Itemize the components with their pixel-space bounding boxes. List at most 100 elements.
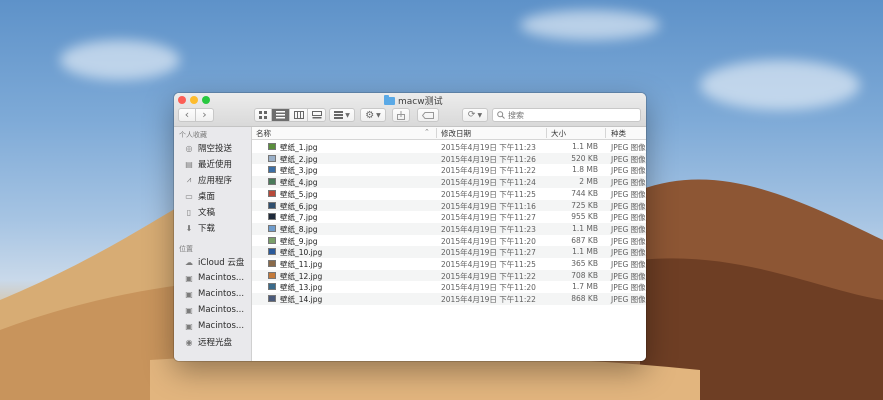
sidebar-item-label: iCloud 云盘: [198, 258, 245, 268]
icon-view-button[interactable]: [254, 108, 272, 122]
group-button[interactable]: ▼: [329, 108, 355, 122]
image-thumbnail-icon: [268, 178, 276, 186]
back-button[interactable]: ‹: [178, 108, 196, 122]
applications-icon: ⩘: [186, 175, 192, 184]
close-button[interactable]: [178, 96, 186, 104]
document-icon: ▯: [186, 207, 192, 217]
table-row[interactable]: 壁纸_1.jpg 2015年4月19日 下午11:23 1.1 MB JPEG 图像: [252, 141, 646, 153]
sidebar-item-label: 隔空投送: [198, 144, 233, 154]
file-kind: JPEG 图像: [611, 236, 646, 246]
chevron-down-icon: ▼: [477, 111, 483, 119]
table-row[interactable]: 壁纸_12.jpg 2015年4月19日 下午11:22 708 KB JPEG 图像: [252, 269, 646, 282]
file-name: 壁纸_3.jpg: [280, 166, 318, 176]
hard-drive-icon: ▣: [185, 321, 193, 331]
nav-buttons: ‹ ›: [178, 108, 214, 122]
sidebar-item-label: 桌面: [198, 192, 216, 202]
list-view-button[interactable]: [272, 108, 290, 122]
table-row[interactable]: 壁纸_5.jpg 2015年4月19日 下午11:25 744 KB JPEG 图像: [252, 188, 646, 200]
file-date: 2015年4月19日 下午11:20: [441, 283, 536, 293]
table-row[interactable]: 壁纸_3.jpg 2015年4月19日 下午11:22 1.8 MB JPEG 图像: [252, 164, 646, 176]
share-button[interactable]: [392, 108, 410, 122]
search-field[interactable]: [492, 108, 641, 122]
share-icon: [397, 110, 405, 120]
sidebar-heading-locations: 位置: [179, 245, 193, 253]
tags-button[interactable]: [417, 108, 439, 122]
file-name: 壁纸_11.jpg: [280, 260, 323, 269]
column-size-header[interactable]: 大小: [551, 128, 566, 139]
file-date: 2015年4月19日 下午11:24: [441, 178, 536, 188]
file-name: 壁纸_1.jpg: [280, 143, 318, 152]
dropbox-button[interactable]: ⟳ ▼: [462, 108, 488, 122]
file-name: 壁纸_5.jpg: [280, 189, 318, 199]
image-thumbnail-icon: [268, 201, 276, 209]
file-size: 365 KB: [571, 259, 598, 268]
hard-drive-icon: ▣: [185, 305, 193, 315]
gallery-view-button[interactable]: [308, 108, 326, 122]
sidebar-item-label: 最近使用: [198, 160, 233, 170]
column-view-button[interactable]: [290, 108, 308, 122]
list-icon: [276, 111, 285, 119]
file-date: 2015年4月19日 下午11:22: [441, 295, 536, 305]
sidebar-item-label: 文稿: [198, 208, 216, 218]
column-date-header[interactable]: 修改日期: [441, 128, 471, 139]
file-kind: JPEG 图像: [611, 178, 646, 188]
sidebar-item-downloads[interactable]: ⬇ 下载: [184, 221, 215, 235]
table-row[interactable]: 壁纸_8.jpg 2015年4月19日 下午11:23 1.1 MB JPEG 图像: [252, 222, 646, 235]
file-kind: JPEG 图像: [611, 166, 646, 176]
column-header: 名称 ⌃ 修改日期 大小 种类: [252, 127, 646, 140]
file-size: 955 KB: [571, 212, 598, 222]
file-name: 壁纸_2.jpg: [280, 154, 318, 164]
sidebar-item-label: Macintos...: [198, 273, 245, 283]
table-row[interactable]: 壁纸_7.jpg 2015年4月19日 下午11:27 955 KB JPEG 图像: [252, 211, 646, 223]
sidebar-item-documents[interactable]: ▯ 文稿: [184, 205, 215, 219]
sidebar-item-disk[interactable]: ▣ Macintos...: [184, 287, 244, 301]
image-thumbnail-icon: [268, 143, 276, 150]
sidebar-item-applications[interactable]: ⩘ 应用程序: [184, 173, 232, 187]
cloud-icon: ☁: [185, 257, 193, 267]
file-size: 1.1 MB: [572, 247, 598, 257]
sidebar-item-disk[interactable]: ▣ Macintos...: [184, 271, 244, 285]
sidebar-item-disk[interactable]: ▣ Macintos...: [184, 319, 244, 333]
forward-icon: ›: [202, 108, 207, 121]
table-row[interactable]: 壁纸_2.jpg 2015年4月19日 下午11:26 520 KB JPEG 图像: [252, 152, 646, 165]
file-name: 壁纸_9.jpg: [280, 236, 318, 246]
file-name: 壁纸_4.jpg: [280, 178, 318, 188]
table-row[interactable]: 壁纸_4.jpg 2015年4月19日 下午11:24 2 MB JPEG 图像: [252, 176, 646, 188]
file-date: 2015年4月19日 下午11:22: [441, 166, 536, 176]
file-name: 壁纸_14.jpg: [280, 295, 323, 305]
sidebar-item-remote-disc[interactable]: ◉ 远程光盘: [184, 335, 233, 349]
table-row[interactable]: 壁纸_13.jpg 2015年4月19日 下午11:20 1.7 MB JPEG 图像: [252, 281, 646, 293]
sort-ascending-icon: ⌃: [424, 128, 430, 136]
file-list: 名称 ⌃ 修改日期 大小 种类 壁纸_1.jpg 2015年4月19日 下午11:…: [252, 127, 646, 361]
table-row[interactable]: 壁纸_6.jpg 2015年4月19日 下午11:16 725 KB JPEG 图像: [252, 199, 646, 212]
airdrop-icon: ◎: [185, 143, 193, 153]
window-title-text: macw测试: [398, 97, 443, 107]
sidebar-item-disk[interactable]: ▣ Macintos...: [184, 303, 244, 317]
table-row[interactable]: 壁纸_9.jpg 2015年4月19日 下午11:20 687 KB JPEG 图像: [252, 235, 646, 247]
sync-icon: ⟳: [467, 110, 476, 120]
file-kind: JPEG 图像: [611, 248, 646, 258]
search-icon: [497, 111, 505, 119]
file-kind: JPEG 图像: [611, 189, 646, 199]
sidebar-item-recents[interactable]: ▤ 最近使用: [184, 157, 232, 171]
sidebar-item-icloud[interactable]: ☁ iCloud 云盘: [184, 255, 244, 269]
table-row[interactable]: 壁纸_11.jpg 2015年4月19日 下午11:25 365 KB JPEG 图像: [252, 258, 646, 270]
forward-button[interactable]: ›: [196, 108, 214, 122]
image-thumbnail-icon: [268, 166, 276, 174]
sidebar-item-desktop[interactable]: ▭ 桌面: [184, 189, 215, 203]
column-kind-header[interactable]: 种类: [611, 128, 626, 139]
file-kind: JPEG 图像: [611, 283, 646, 293]
search-input[interactable]: [505, 110, 628, 120]
file-size: 520 KB: [571, 153, 598, 163]
desktop-icon: ▭: [185, 191, 193, 201]
column-name-header[interactable]: 名称: [256, 128, 271, 139]
table-row[interactable]: 壁纸_10.jpg 2015年4月19日 下午11:27 1.1 MB JPEG 图像: [252, 246, 646, 258]
table-row[interactable]: 壁纸_14.jpg 2015年4月19日 下午11:22 868 KB JPEG 图像: [252, 293, 646, 305]
sidebar-item-airdrop[interactable]: ◎ 隔空投送: [184, 141, 233, 155]
file-name: 壁纸_13.jpg: [280, 283, 323, 293]
zoom-button[interactable]: [202, 96, 210, 104]
minimize-button[interactable]: [190, 96, 198, 104]
file-kind: JPEG 图像: [611, 201, 646, 211]
action-button[interactable]: ⚙ ▼: [360, 108, 386, 122]
file-name: 壁纸_12.jpg: [280, 271, 323, 281]
